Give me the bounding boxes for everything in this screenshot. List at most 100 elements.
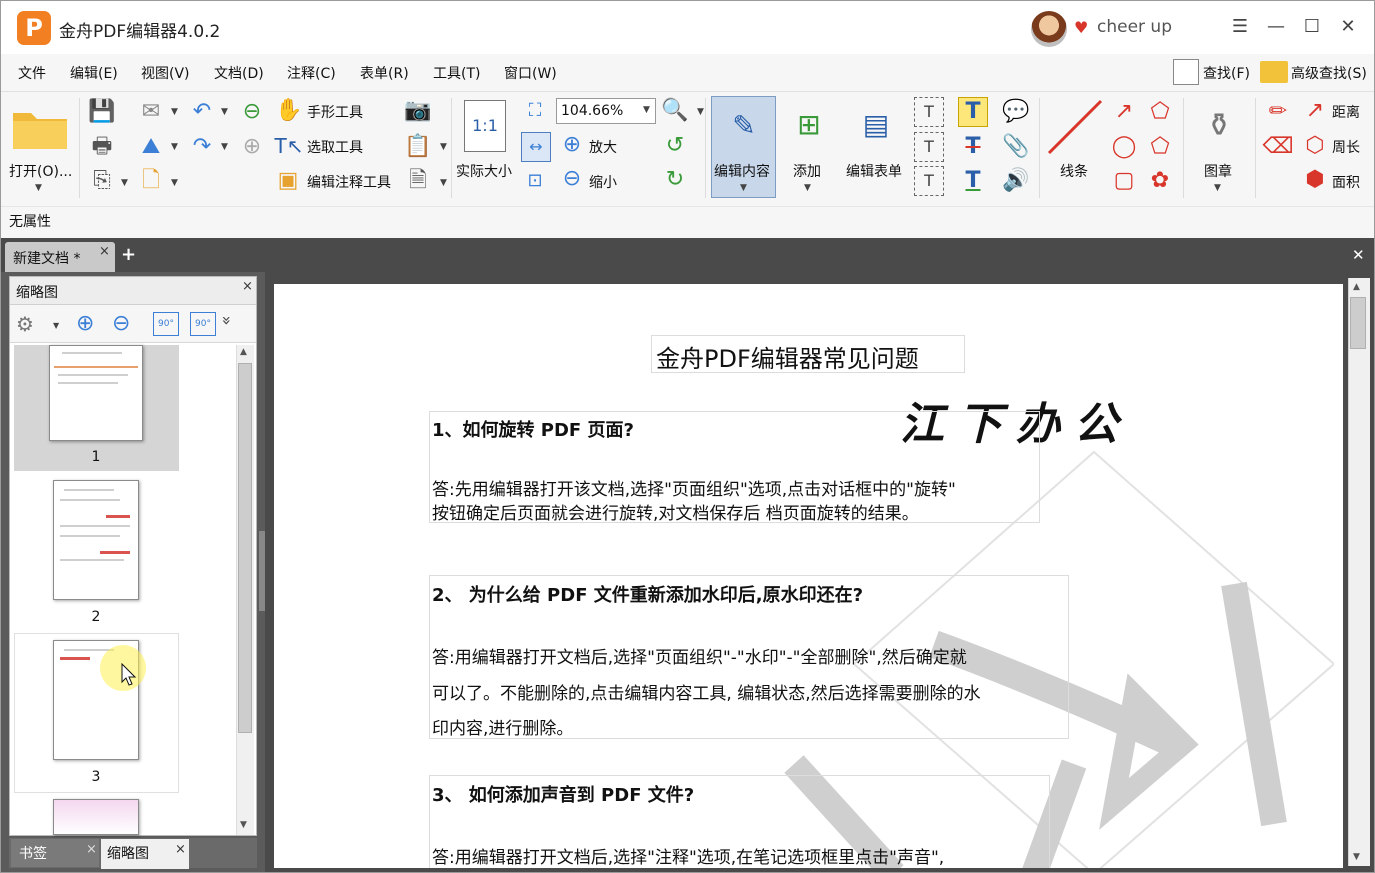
rotate-right-90-icon[interactable]: 90°: [190, 312, 216, 336]
document-properties-icon[interactable]: 🗎: [402, 166, 434, 196]
find-icon[interactable]: [1173, 59, 1199, 85]
pdf-page[interactable]: 金舟PDF编辑器常见问题 江下办公 1、如何旋转 PDF 页面? 答:先用编辑器…: [274, 284, 1343, 868]
user-avatar[interactable]: [1031, 11, 1067, 47]
actual-size-button[interactable]: 实际大小: [456, 161, 512, 181]
area-button[interactable]: 面积: [1332, 172, 1360, 192]
perimeter-icon[interactable]: ⬡: [1301, 132, 1329, 160]
typewriter-tool-icon[interactable]: T: [914, 166, 944, 196]
stamp-dropdown-icon[interactable]: ▼: [1214, 183, 1221, 193]
document-scrollbar[interactable]: [1348, 278, 1370, 866]
rectangle-tool-icon[interactable]: ▢: [1109, 166, 1139, 196]
zoom-in-button[interactable]: 放大: [589, 137, 617, 157]
menu-tools[interactable]: 工具(T): [433, 63, 480, 83]
minimize-button[interactable]: —: [1261, 13, 1291, 41]
undo-icon[interactable]: ↶: [187, 97, 217, 127]
new-document-icon[interactable]: 🗋: [136, 166, 166, 196]
tab-bookmarks-close-icon[interactable]: ×: [86, 842, 97, 857]
scan-icon[interactable]: ⛰: [136, 132, 166, 162]
magnifier-icon[interactable]: 🔍: [661, 97, 689, 125]
next-view-icon[interactable]: ⊕: [237, 132, 267, 162]
hand-tool-icon[interactable]: ✋: [275, 97, 303, 125]
zoom-in-icon[interactable]: ⊕: [559, 132, 585, 158]
scroll-down-icon[interactable]: ▼: [240, 820, 247, 830]
select-tool-button[interactable]: 选取工具: [307, 137, 363, 157]
export-icon[interactable]: ⎘: [87, 166, 117, 196]
open-folder-icon[interactable]: [9, 101, 71, 153]
new-document-dropdown-icon[interactable]: ▼: [171, 178, 178, 188]
thumb-zoom-in-icon[interactable]: ⊕: [76, 311, 94, 336]
redo-icon[interactable]: ↷: [187, 132, 217, 162]
area-icon[interactable]: ⬢: [1301, 166, 1329, 194]
snapshot-camera-icon[interactable]: 📷: [402, 97, 434, 125]
strikeout-text-icon[interactable]: T: [958, 132, 988, 162]
clipboard-dropdown-icon[interactable]: ▼: [440, 142, 447, 152]
add-button[interactable]: 添加: [793, 161, 821, 181]
thumbnail-panel-close-icon[interactable]: ×: [242, 279, 253, 294]
stamp-button[interactable]: 图章: [1204, 161, 1232, 181]
clipboard-icon[interactable]: 📋: [402, 132, 434, 162]
menu-annotate[interactable]: 注释(C): [287, 63, 336, 83]
callout-tool-icon[interactable]: T: [914, 132, 944, 162]
open-button[interactable]: 打开(O)...: [9, 161, 72, 181]
add-tab-icon[interactable]: +: [121, 244, 136, 265]
add-content-icon[interactable]: ⊞: [781, 99, 837, 151]
document-properties-dropdown-icon[interactable]: ▼: [440, 178, 447, 188]
advanced-find-icon[interactable]: [1260, 61, 1288, 83]
edit-annotation-tool-icon[interactable]: ▣: [273, 166, 303, 196]
zoom-out-button[interactable]: 缩小: [589, 172, 617, 192]
doc-scroll-up-icon[interactable]: ▲: [1353, 282, 1360, 292]
highlight-text-icon[interactable]: T: [958, 97, 988, 127]
underline-text-icon[interactable]: T: [958, 166, 988, 196]
close-document-area-icon[interactable]: ✕: [1352, 246, 1365, 264]
fit-page-icon[interactable]: ⛶: [521, 97, 549, 125]
tab-thumbnails[interactable]: 缩略图 ×: [101, 839, 189, 869]
advanced-find-button[interactable]: 高级查找(S): [1291, 63, 1367, 83]
menu-hamburger-button[interactable]: ☰: [1225, 13, 1255, 41]
text-box-tool-icon[interactable]: T: [914, 97, 944, 127]
distance-icon[interactable]: ↗: [1301, 97, 1329, 125]
hand-tool-button[interactable]: 手形工具: [307, 102, 363, 122]
close-button[interactable]: ✕: [1333, 13, 1363, 41]
undo-dropdown-icon[interactable]: ▼: [221, 107, 228, 117]
attachment-icon[interactable]: 📎: [1001, 132, 1031, 162]
email-icon[interactable]: ✉: [136, 97, 166, 127]
maximize-button[interactable]: ☐: [1297, 13, 1327, 41]
thumbnail-page-1[interactable]: [49, 345, 143, 441]
pencil-icon[interactable]: ✏: [1263, 97, 1293, 127]
scan-dropdown-icon[interactable]: ▼: [171, 142, 178, 152]
select-tool-icon[interactable]: T↖: [273, 132, 305, 160]
thumb-zoom-out-icon[interactable]: ⊖: [112, 311, 130, 336]
ellipse-tool-icon[interactable]: ◯: [1109, 132, 1139, 162]
email-dropdown-icon[interactable]: ▼: [171, 107, 178, 117]
arrow-tool-icon[interactable]: ↗: [1109, 97, 1139, 127]
zoom-dropdown-icon[interactable]: ▼: [643, 105, 650, 115]
tab-thumbnails-close-icon[interactable]: ×: [175, 842, 186, 857]
distance-button[interactable]: 距离: [1332, 102, 1360, 122]
edit-content-dropdown-icon[interactable]: ▼: [740, 183, 747, 193]
magnifier-dropdown-icon[interactable]: ▼: [697, 107, 704, 117]
expand-toolbar-icon[interactable]: »: [217, 316, 236, 326]
edit-annotation-tool-button[interactable]: 编辑注释工具: [307, 172, 391, 192]
lines-button[interactable]: 线条: [1060, 161, 1088, 181]
tab-new-document[interactable]: 新建文档 * ×: [5, 242, 115, 272]
perimeter-button[interactable]: 周长: [1332, 137, 1360, 157]
fit-width-icon[interactable]: ↔: [521, 132, 551, 162]
line-tool-icon[interactable]: [1045, 97, 1105, 157]
cloud-tool-icon[interactable]: ✿: [1145, 166, 1175, 196]
stamp-icon[interactable]: ⚱: [1189, 97, 1249, 153]
rotate-left-90-icon[interactable]: 90°: [153, 312, 179, 336]
document-scroll-thumb[interactable]: [1350, 297, 1366, 349]
tab-close-icon[interactable]: ×: [99, 244, 110, 259]
menu-window[interactable]: 窗口(W): [504, 63, 557, 83]
edit-form-icon[interactable]: ▤: [848, 99, 904, 151]
find-button[interactable]: 查找(F): [1203, 63, 1250, 83]
thumbnail-page-4[interactable]: [53, 799, 139, 835]
fit-visible-icon[interactable]: ⊡: [521, 166, 549, 196]
rotate-right-icon[interactable]: ↻: [661, 166, 689, 194]
add-dropdown-icon[interactable]: ▼: [804, 183, 811, 193]
menu-edit[interactable]: 编辑(E): [70, 63, 118, 83]
sound-icon[interactable]: 🔊: [1001, 166, 1031, 196]
thumbnail-scroll-thumb[interactable]: [238, 363, 252, 733]
gear-icon[interactable]: ⚙: [16, 312, 34, 336]
doc-scroll-down-icon[interactable]: ▼: [1353, 852, 1360, 862]
